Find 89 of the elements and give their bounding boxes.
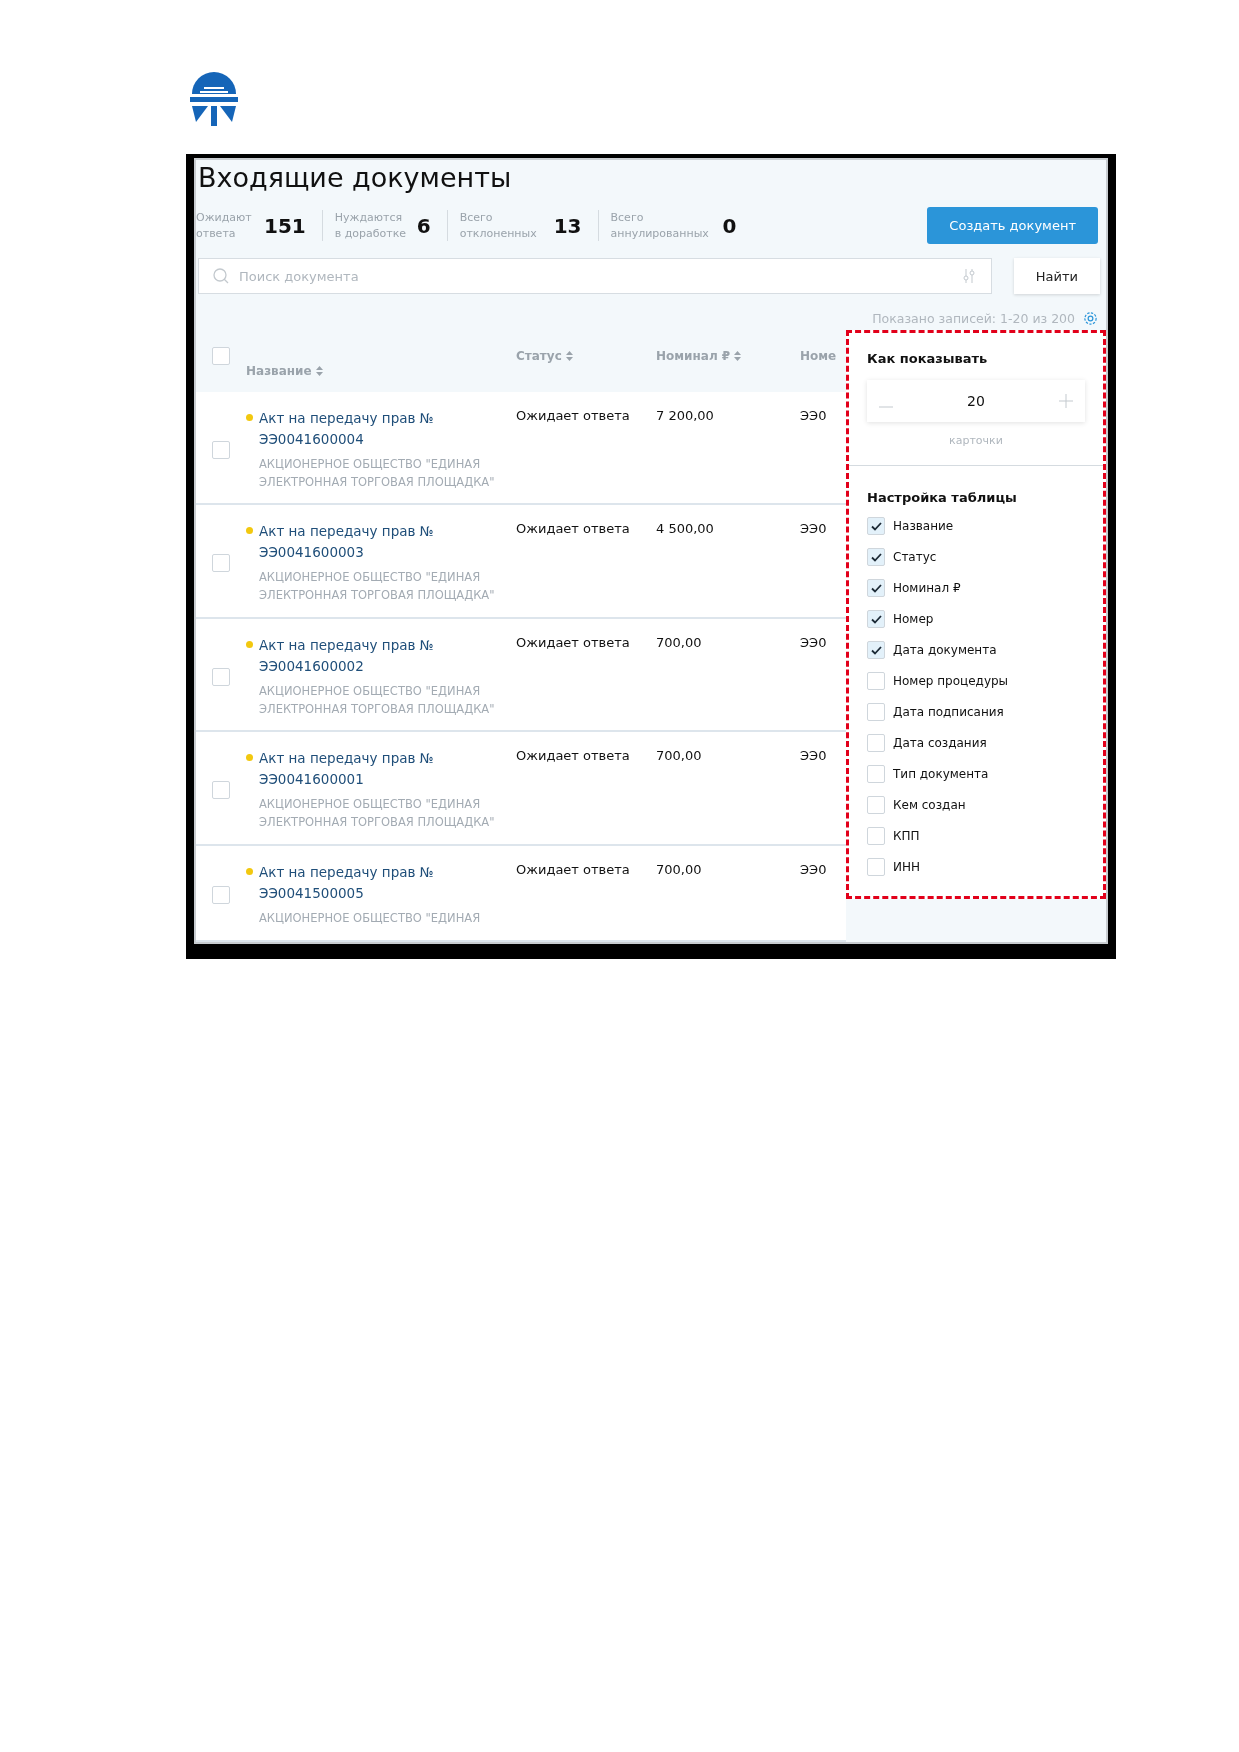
document-link[interactable]: Акт на передачу прав № ЭЭ0041600003 — [259, 521, 459, 564]
nominal-cell-text: 700,00 — [656, 861, 703, 879]
sort-icon[interactable] — [315, 366, 323, 376]
option-label: ИНН — [893, 860, 921, 874]
column-checkbox[interactable] — [867, 672, 885, 690]
sort-icon[interactable] — [565, 351, 573, 361]
option-label: Название — [893, 519, 954, 533]
status-cell-text: Ожидает ответа — [516, 861, 631, 879]
stat-value: 151 — [264, 213, 306, 238]
check-icon — [870, 521, 882, 531]
status-dot — [246, 754, 253, 762]
status-dot — [246, 414, 253, 421]
table-cell-text: ЭЭ0 — [800, 748, 828, 766]
option-label: Дата документа — [893, 643, 997, 657]
column-checkbox[interactable] — [867, 827, 885, 845]
column-checkbox[interactable] — [867, 610, 885, 628]
option-label: Статус — [893, 550, 937, 564]
stat-label: Всего отклоненных — [459, 209, 538, 242]
column-checkbox[interactable] — [867, 796, 885, 814]
column-checkbox[interactable] — [867, 548, 885, 566]
table-cell-text: ЭЭ0 — [800, 408, 828, 425]
table-cell-text: ЭЭ0 — [800, 634, 828, 652]
filter-icon[interactable] — [960, 268, 977, 284]
status-cell-text: Ожидает ответа — [516, 748, 631, 766]
sort-icon[interactable] — [734, 351, 742, 361]
document-link[interactable]: Акт на передачу прав № ЭЭ0041600002 — [259, 634, 459, 677]
organization-name: АКЦИОНЕРНОЕ ОБЩЕСТВО "ЕДИНАЯ — [259, 909, 482, 927]
option-label: Тип документа — [893, 767, 989, 781]
stat-value: 0 — [722, 213, 737, 238]
organization-name: АКЦИОНЕРНОЕ ОБЩЕСТВО "ЕДИНАЯ ЭЛЕКТРОННАЯ ТОРГОВАЯ ПЛОЩАДКА" — [259, 796, 496, 832]
count-stepper[interactable]: 20 — [867, 380, 1085, 422]
option-label: КПП — [893, 829, 920, 843]
stat-label: Всего аннулированных — [610, 209, 710, 242]
option-label: Кем создан — [893, 798, 966, 812]
column-checkbox[interactable] — [867, 734, 885, 752]
find-button[interactable]: Найти — [1013, 258, 1100, 294]
stat-label: Ожидают ответа — [196, 209, 253, 242]
nominal-cell-text: 7 200,00 — [656, 408, 715, 425]
organization-name: АКЦИОНЕРНОЕ ОБЩЕСТВО "ЕДИНАЯ ЭЛЕКТРОННАЯ ТОРГОВАЯ ПЛОЩАДКА" — [259, 569, 496, 605]
column-checkbox[interactable] — [867, 641, 885, 659]
check-icon — [870, 614, 882, 624]
nominal-cell-text: 700,00 — [656, 748, 703, 766]
section-title: Как показывать — [866, 351, 989, 366]
document-link[interactable]: Акт на передачу прав № ЭЭ0041600004 — [259, 408, 459, 450]
page-title: Входящие документы — [197, 161, 513, 193]
records-count: Показано записей: 1-20 из 200 — [872, 310, 1075, 326]
status-cell-text: Ожидает ответа — [516, 634, 631, 652]
stat-label: Нуждаются в доработке — [334, 209, 408, 242]
row-checkbox[interactable] — [212, 781, 230, 800]
document-link[interactable]: Акт на передачу прав № ЭЭ0041600001 — [259, 748, 459, 791]
document-link[interactable]: Акт на передачу прав № ЭЭ0041500005 — [259, 861, 459, 904]
check-icon — [870, 583, 882, 593]
select-all-checkbox[interactable] — [212, 347, 230, 365]
search-input[interactable]: Поиск документа — [237, 267, 953, 285]
check-icon — [870, 645, 882, 655]
stat-value: 6 — [416, 213, 431, 238]
column-checkbox[interactable] — [867, 765, 885, 783]
row-checkbox[interactable] — [212, 885, 230, 904]
column-checkbox[interactable] — [867, 858, 885, 876]
option-label: Дата создания — [893, 736, 987, 750]
status-dot — [246, 867, 253, 875]
status-cell-text: Ожидает ответа — [516, 408, 631, 425]
table-cell-text: ЭЭ0 — [800, 861, 828, 879]
status-dot — [246, 640, 253, 648]
row-checkbox[interactable] — [212, 554, 230, 573]
option-label: Дата подписания — [893, 705, 1004, 719]
column-checkbox[interactable] — [867, 703, 885, 721]
table-cell-text: ЭЭ0 — [800, 521, 828, 539]
organization-name: АКЦИОНЕРНОЕ ОБЩЕСТВО "ЕДИНАЯ ЭЛЕКТРОННАЯ ТОРГОВАЯ ПЛОЩАДКА" — [259, 455, 496, 491]
row-checkbox[interactable] — [212, 667, 230, 686]
organization-name: АКЦИОНЕРНОЕ ОБЩЕСТВО "ЕДИНАЯ ЭЛЕКТРОННАЯ ТОРГОВАЯ ПЛОЩАДКА" — [259, 682, 496, 718]
nominal-cell-text: 4 500,00 — [656, 521, 715, 539]
stat-value: 13 — [553, 213, 582, 238]
column-checkbox[interactable] — [867, 579, 885, 597]
section-title: Настройка таблицы — [866, 490, 1018, 505]
search-field[interactable]: Поиск документа — [198, 258, 992, 294]
nominal-cell-text: 700,00 — [656, 634, 703, 652]
row-checkbox[interactable] — [212, 440, 230, 459]
settings-icon[interactable] — [1083, 310, 1098, 326]
status-dot — [246, 527, 253, 535]
option-label: Номер — [893, 612, 934, 626]
status-cell-text: Ожидает ответа — [516, 521, 631, 539]
count-value: 20 — [967, 393, 985, 409]
option-label: Номинал ₽ — [893, 581, 961, 595]
check-icon — [870, 552, 882, 562]
option-label: Номер процедуры — [893, 674, 1009, 688]
column-checkbox[interactable] — [867, 517, 885, 535]
count-caption: карточки — [948, 434, 1004, 447]
search-icon — [213, 268, 229, 284]
